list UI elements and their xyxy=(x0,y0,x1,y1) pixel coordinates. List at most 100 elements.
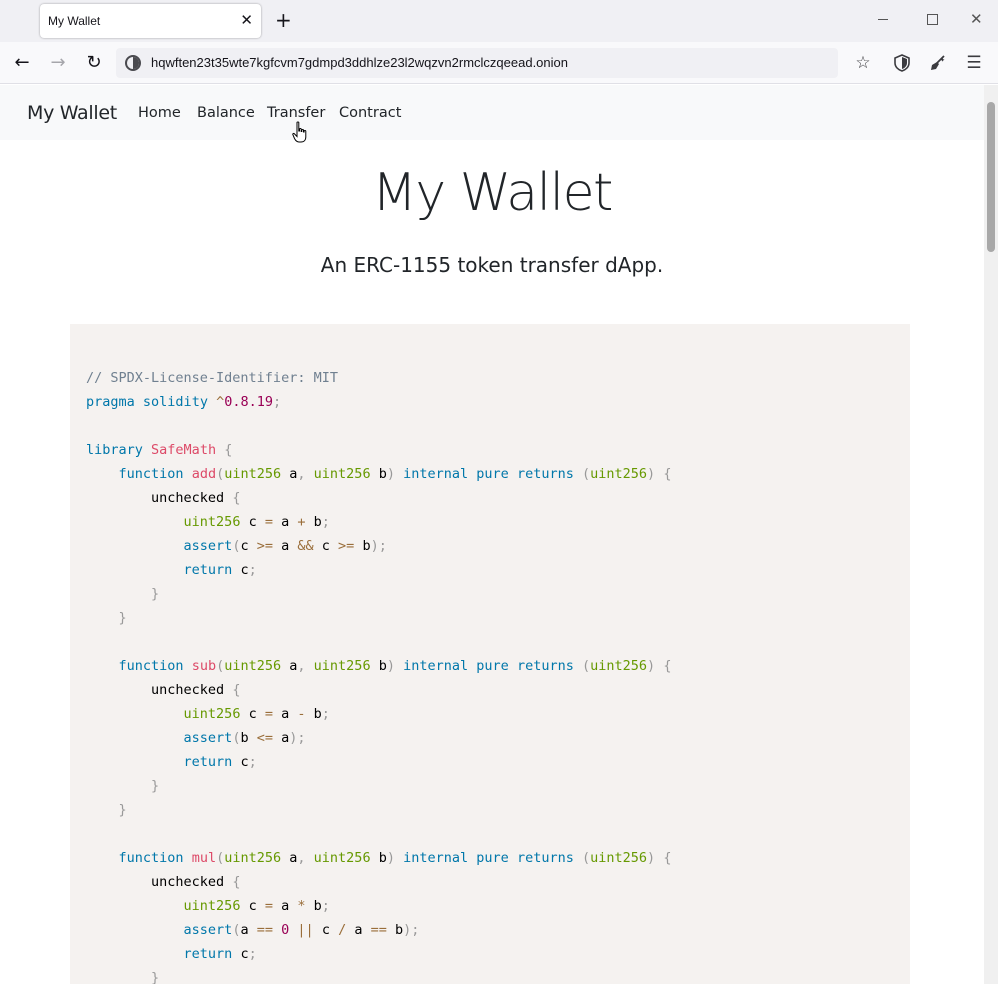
nav-link-transfer[interactable]: Transfer xyxy=(267,105,325,121)
code-token-keyword: pure xyxy=(476,466,509,482)
code-token-punct: ; xyxy=(378,538,387,554)
navbar-brand[interactable]: My Wallet xyxy=(27,102,117,124)
code-token-keyword: library xyxy=(86,442,143,458)
browser-toolbar: ← → ↻ hqwften23t35wte7kgfcvm7gdmpd3ddhlz… xyxy=(0,42,998,84)
code-token-func: sub xyxy=(191,658,217,674)
code-token-punct: ; xyxy=(248,754,257,770)
code-token-op: = xyxy=(264,514,273,530)
code-token-type: uint256 xyxy=(224,658,282,674)
code-token-punct: { xyxy=(663,850,672,866)
code-token-keyword: assert xyxy=(183,730,233,746)
code-line: uint256 c = a * b; xyxy=(86,894,671,918)
back-arrow-icon[interactable]: ← xyxy=(10,51,34,75)
hand-cursor-icon xyxy=(292,121,307,143)
code-token-punct: ) xyxy=(370,538,379,554)
code-token-op: - xyxy=(297,706,306,722)
code-token-keyword: return xyxy=(183,754,233,770)
nav-link-home[interactable]: Home xyxy=(138,105,181,121)
code-token-punct: , xyxy=(297,850,306,866)
reload-icon[interactable]: ↻ xyxy=(82,51,106,75)
code-line: unchecked { xyxy=(86,486,671,510)
hamburger-menu-icon[interactable]: ☰ xyxy=(962,51,986,75)
forward-arrow-icon[interactable]: → xyxy=(46,51,70,75)
code-token-punct: ) xyxy=(386,466,395,482)
code-token-plain: b xyxy=(240,730,257,746)
code-line: pragma solidity ^0.8.19; xyxy=(86,390,671,414)
code-line: function add(uint256 a, uint256 b) inter… xyxy=(86,462,672,486)
code-token-plain: b xyxy=(305,514,322,530)
browser-tab[interactable]: My Wallet ✕ xyxy=(40,4,261,38)
code-token-op: >= xyxy=(338,538,355,554)
code-line: return c; xyxy=(86,558,671,582)
code-line: function sub(uint256 a, uint256 b) inter… xyxy=(86,654,672,678)
code-token-punct: { xyxy=(663,466,672,482)
code-token-plain: c xyxy=(232,946,249,962)
code-token-punct: } xyxy=(151,586,160,602)
code-token-plain: c xyxy=(240,706,265,722)
code-token-punct: ; xyxy=(411,922,420,938)
code-line: uint256 c = a - b; xyxy=(86,702,671,726)
code-token-op: == xyxy=(256,922,273,938)
code-token-plain: c xyxy=(313,538,339,554)
code-token-keyword: return xyxy=(183,562,233,578)
shield-icon[interactable] xyxy=(890,51,914,75)
page-scrollbar[interactable] xyxy=(984,85,998,984)
code-token-punct: } xyxy=(151,970,160,984)
close-window-button[interactable]: ✕ xyxy=(970,11,986,27)
code-token-plain: b xyxy=(370,466,387,482)
url-text[interactable]: hqwften23t35wte7kgfcvm7gdmpd3ddhlze23l2w… xyxy=(151,55,568,70)
code-token-type: uint256 xyxy=(224,850,282,866)
code-token-keyword: function xyxy=(118,466,184,482)
minimize-window-button[interactable] xyxy=(875,11,891,27)
code-token-op: ^ xyxy=(216,394,225,410)
code-line: return c; xyxy=(86,750,671,774)
code-token-func: mul xyxy=(191,850,217,866)
code-token-func: SafeMath xyxy=(151,442,217,458)
code-line: } xyxy=(86,774,671,798)
nav-link-contract[interactable]: Contract xyxy=(339,105,401,121)
code-token-plain: a xyxy=(272,898,298,914)
star-icon[interactable]: ☆ xyxy=(851,51,875,75)
code-line: unchecked { xyxy=(86,678,671,702)
close-tab-icon[interactable]: ✕ xyxy=(240,12,253,28)
code-token-keyword: pure xyxy=(476,850,509,866)
maximize-window-button[interactable] xyxy=(924,11,940,27)
code-token-punct: ; xyxy=(248,946,257,962)
code-token-punct: ( xyxy=(582,466,591,482)
code-token-punct: ; xyxy=(321,706,330,722)
code-line: assert(c >= a && c >= b); xyxy=(86,534,671,558)
code-token-plain: c xyxy=(232,562,249,578)
code-token-plain: unchecked xyxy=(86,490,233,506)
new-tab-button[interactable]: + xyxy=(275,10,292,30)
broom-icon[interactable]: ✦ xyxy=(926,51,950,75)
nav-link-balance[interactable]: Balance xyxy=(197,105,255,121)
scrollbar-thumb[interactable] xyxy=(987,102,995,252)
code-token-plain: a xyxy=(272,706,298,722)
address-bar[interactable]: hqwften23t35wte7kgfcvm7gdmpd3ddhlze23l2w… xyxy=(116,48,838,78)
code-token-op: * xyxy=(297,898,306,914)
code-token-punct: ) xyxy=(386,850,395,866)
code-token-type: uint256 xyxy=(590,466,648,482)
code-token-keyword: returns xyxy=(516,658,574,674)
code-token-plain: c xyxy=(240,898,265,914)
onion-site-icon[interactable] xyxy=(125,55,141,71)
